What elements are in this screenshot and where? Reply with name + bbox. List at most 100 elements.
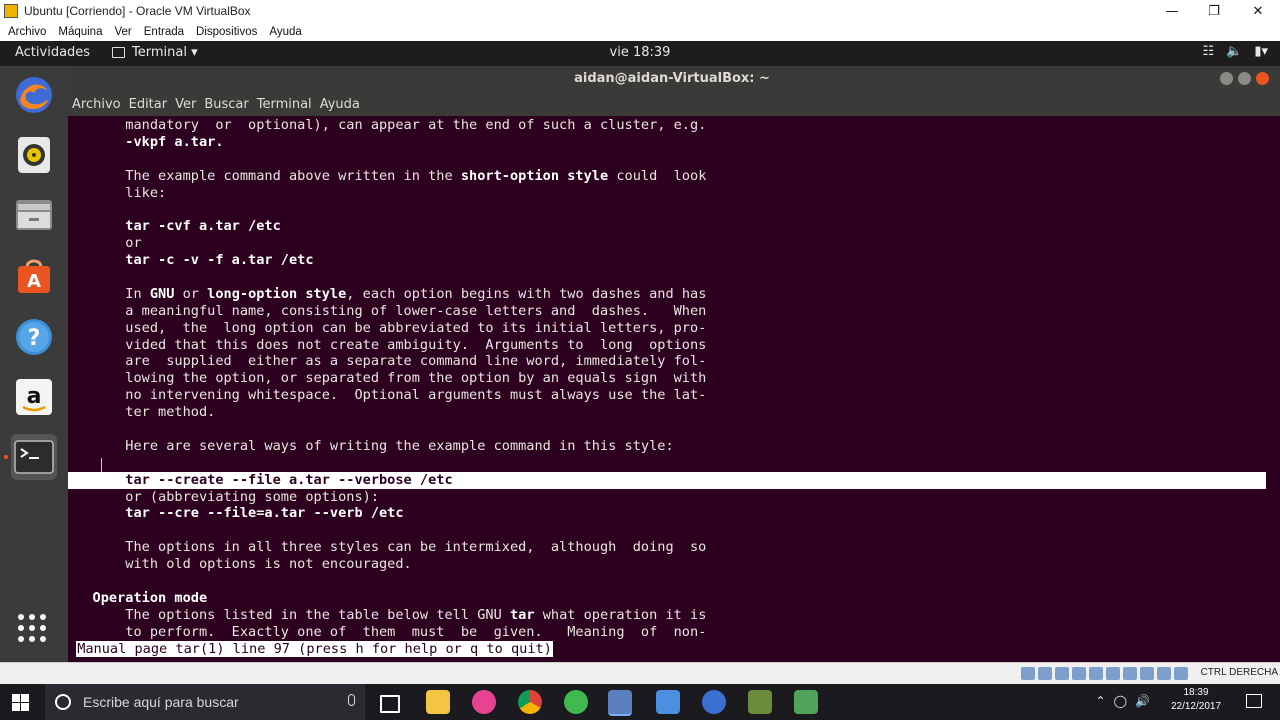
man-line: vided that this does not create ambiguit… bbox=[68, 336, 707, 353]
terminal-content[interactable]: mandatory or optional), can appear at th… bbox=[68, 116, 1280, 662]
vbox-device-icons[interactable] bbox=[1021, 667, 1188, 680]
terminal-scrollbar[interactable] bbox=[1266, 116, 1280, 662]
terminal-menu-editar[interactable]: Editar bbox=[129, 97, 168, 112]
host-key-label: CTRL DERECHA bbox=[1200, 667, 1278, 678]
vbox-menu-ver[interactable]: Ver bbox=[114, 26, 131, 38]
software-center-icon[interactable]: A bbox=[11, 252, 57, 298]
battery-icon: ▮▾ bbox=[1254, 44, 1268, 59]
svg-text:?: ? bbox=[28, 326, 41, 351]
terminal-icon bbox=[112, 47, 125, 58]
app-menu-label: Terminal ▾ bbox=[132, 45, 198, 60]
virtualbox-app-icon bbox=[4, 4, 18, 18]
firefox-icon[interactable] bbox=[11, 72, 57, 118]
terminal-menu-archivo[interactable]: Archivo bbox=[72, 97, 121, 112]
terminal-icon[interactable] bbox=[11, 434, 57, 480]
man-line: a meaningful name, consisting of lower-c… bbox=[68, 302, 707, 319]
windows-start-icon[interactable] bbox=[12, 694, 30, 711]
app-icon-2[interactable] bbox=[794, 690, 818, 714]
mail-icon[interactable] bbox=[656, 690, 680, 714]
files-icon[interactable] bbox=[11, 192, 57, 238]
terminal-maximize-icon[interactable] bbox=[1238, 72, 1251, 85]
vbox-menubar: Archivo Máquina Ver Entrada Dispositivos… bbox=[0, 22, 1280, 41]
active-app-indicator bbox=[4, 455, 8, 459]
man-line: ter method. bbox=[68, 404, 216, 421]
man-line-highlighted: tar --create --file a.tar --verbose /etc bbox=[68, 471, 1266, 489]
svg-text:a: a bbox=[27, 384, 42, 409]
edge-icon[interactable] bbox=[702, 690, 726, 714]
mouse-cursor bbox=[101, 458, 108, 472]
terminal-minimize-icon[interactable] bbox=[1220, 72, 1233, 85]
task-view-icon[interactable] bbox=[380, 695, 400, 713]
help-icon[interactable]: ? bbox=[11, 314, 57, 360]
show-applications-icon[interactable] bbox=[18, 614, 46, 642]
taskbar-clock[interactable]: 18:39 22/12/2017 bbox=[1166, 686, 1226, 714]
svg-text:A: A bbox=[27, 271, 41, 292]
terminal-menu-ayuda[interactable]: Ayuda bbox=[320, 97, 360, 112]
mouse-integration-icon bbox=[1157, 667, 1171, 680]
gnome-topbar: Actividades Terminal ▾ vie 18:39 ☷ 🔈 ▮▾ bbox=[0, 41, 1280, 66]
terminal-menubar: Archivo Editar Ver Buscar Terminal Ayuda bbox=[68, 92, 1280, 116]
man-line bbox=[68, 522, 1266, 539]
activities-button[interactable]: Actividades bbox=[15, 45, 90, 60]
system-tray[interactable]: ⌃ ◯ 🔊 bbox=[1096, 694, 1150, 708]
man-line: to perform. Exactly one of them must be … bbox=[68, 623, 707, 640]
windows-taskbar: Escribe aquí para buscar ⌃ ◯ 🔊 18:39 22/… bbox=[0, 684, 1280, 720]
taskbar-search[interactable]: Escribe aquí para buscar bbox=[45, 684, 365, 720]
rhythmbox-icon[interactable] bbox=[11, 132, 57, 178]
vbox-statusbar: CTRL DERECHA bbox=[0, 662, 1280, 685]
display-icon bbox=[1123, 667, 1137, 680]
man-line: are supplied either as a separate comman… bbox=[68, 353, 707, 370]
man-line: no intervening whitespace. Optional argu… bbox=[68, 387, 707, 404]
taskbar-time: 18:39 bbox=[1183, 687, 1209, 698]
man-line: like: bbox=[68, 184, 167, 201]
volume-icon: 🔈 bbox=[1226, 44, 1243, 59]
music-player-icon[interactable] bbox=[472, 690, 496, 714]
vbox-menu-archivo[interactable]: Archivo bbox=[8, 26, 46, 38]
app-icon-1[interactable] bbox=[748, 690, 772, 714]
man-line bbox=[68, 455, 1266, 472]
man-line bbox=[68, 573, 1266, 590]
vbox-menu-dispositivos[interactable]: Dispositivos bbox=[196, 26, 257, 38]
virtualbox-icon[interactable] bbox=[608, 690, 632, 716]
amazon-icon[interactable]: a bbox=[11, 374, 57, 420]
man-line bbox=[68, 421, 1266, 438]
ubuntu-dock: A ? a bbox=[0, 66, 68, 662]
man-line: tar --cre --file=a.tar --verb /etc bbox=[68, 505, 404, 522]
man-line: The example command above written in the… bbox=[68, 167, 707, 184]
terminal-menu-terminal[interactable]: Terminal bbox=[257, 97, 312, 112]
network-icon: ◯ bbox=[1113, 694, 1128, 708]
vbox-menu-ayuda[interactable]: Ayuda bbox=[269, 26, 301, 38]
notification-center-icon[interactable] bbox=[1246, 694, 1262, 708]
app-menu[interactable]: Terminal ▾ bbox=[112, 45, 198, 60]
video-capture-icon bbox=[1140, 667, 1154, 680]
chevron-up-icon: ⌃ bbox=[1095, 694, 1106, 708]
volume-icon: 🔊 bbox=[1135, 694, 1150, 708]
vbox-menu-entrada[interactable]: Entrada bbox=[144, 26, 184, 38]
man-line bbox=[68, 269, 1266, 286]
man-line bbox=[68, 151, 1266, 168]
close-icon[interactable]: ✕ bbox=[1236, 0, 1280, 22]
man-line: lowing the option, or separated from the… bbox=[68, 370, 707, 387]
hdd-icon bbox=[1021, 667, 1035, 680]
globe-app-icon[interactable] bbox=[564, 690, 588, 714]
terminal-menu-buscar[interactable]: Buscar bbox=[204, 97, 248, 112]
file-explorer-icon[interactable] bbox=[426, 690, 450, 714]
man-line: In GNU or long-option style, each option… bbox=[68, 285, 707, 302]
terminal-menu-ver[interactable]: Ver bbox=[175, 97, 196, 112]
microphone-icon[interactable] bbox=[348, 694, 355, 706]
restore-icon[interactable]: ❐ bbox=[1192, 0, 1236, 22]
man-line: -vkpf a.tar. bbox=[68, 133, 224, 150]
vbox-menu-maquina[interactable]: Máquina bbox=[58, 26, 102, 38]
status-tray[interactable]: ☷ 🔈 ▮▾ bbox=[1202, 44, 1268, 59]
terminal-close-icon[interactable] bbox=[1256, 72, 1269, 85]
man-line: or bbox=[68, 235, 142, 252]
keyboard-icon bbox=[1174, 667, 1188, 680]
man-line: with old options is not encouraged. bbox=[68, 556, 412, 573]
taskbar-date: 22/12/2017 bbox=[1170, 701, 1222, 712]
man-line: tar -c -v -f a.tar /etc bbox=[68, 252, 314, 269]
man-line: or (abbreviating some options): bbox=[68, 488, 379, 505]
minimize-icon[interactable]: — bbox=[1150, 0, 1194, 22]
chrome-icon[interactable] bbox=[518, 690, 542, 714]
vbox-titlebar: Ubuntu [Corriendo] - Oracle VM VirtualBo… bbox=[0, 0, 1280, 22]
cortana-icon bbox=[55, 694, 71, 710]
